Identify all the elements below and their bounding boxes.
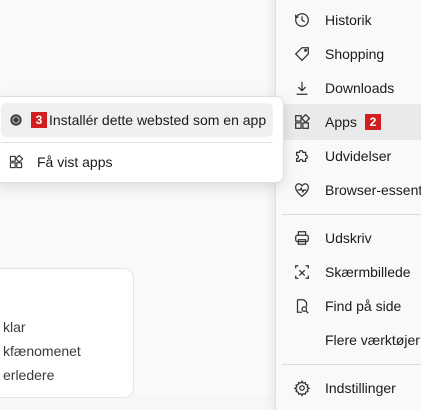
screenshot-icon <box>291 261 313 283</box>
menu-item-print[interactable]: Udskriv <box>282 220 421 256</box>
content-card: klar kfænomenet erledere <box>0 268 134 398</box>
menu-item-settings[interactable]: Indstillinger <box>282 370 421 406</box>
step-badge: 2 <box>364 114 381 130</box>
menu-item-browser-essentials[interactable]: Browser-essentials <box>282 172 421 208</box>
menu-item-label: Udvidelser <box>325 148 392 164</box>
menu-item-label: Shopping <box>325 46 385 62</box>
menu-item-label: Indstillinger <box>325 380 396 396</box>
menu-item-screenshot[interactable]: Skærmbillede <box>282 254 421 290</box>
menu-item-label: Browser-essentials <box>325 182 421 198</box>
card-line: klar <box>3 319 26 335</box>
find-icon <box>291 295 313 317</box>
printer-icon <box>291 227 313 249</box>
menu-item-shopping[interactable]: Shopping <box>282 36 421 72</box>
menu-item-downloads[interactable]: Downloads <box>282 70 421 106</box>
menu-item-label: Downloads <box>325 80 395 96</box>
install-site-as-app-item[interactable]: 3 Installér dette websted som en app <box>1 103 273 137</box>
apps-icon <box>7 153 25 171</box>
download-icon <box>291 77 313 99</box>
card-line: erledere <box>3 367 55 383</box>
menu-divider <box>282 364 421 365</box>
step-badge: 3 <box>31 112 47 128</box>
menu-item-label: Flere værktøjer <box>325 332 420 348</box>
browser-menu: Historik Shopping Downloads Apps 2 Udvid… <box>275 0 421 410</box>
tag-icon <box>291 43 313 65</box>
menu-item-label: Skærmbillede <box>325 264 411 280</box>
install-site-label: Installér dette websted som en app <box>49 112 267 128</box>
puzzle-icon <box>291 145 313 167</box>
app-install-icon <box>7 111 25 129</box>
submenu-divider <box>1 142 273 143</box>
menu-item-find[interactable]: Find på side <box>282 288 421 324</box>
menu-item-apps[interactable]: Apps 2 <box>282 104 421 140</box>
apps-icon <box>291 111 313 133</box>
menu-item-extensions[interactable]: Udvidelser <box>282 138 421 174</box>
card-line: kfænomenet <box>3 343 81 359</box>
view-apps-label: Få vist apps <box>37 154 113 170</box>
menu-item-label: Historik <box>325 12 372 28</box>
menu-item-more-tools[interactable]: Flere værktøjer <box>282 322 421 358</box>
heartbeat-icon <box>291 179 313 201</box>
menu-item-label: Udskriv <box>325 230 372 246</box>
menu-item-history[interactable]: Historik <box>282 2 421 38</box>
apps-submenu: 3 Installér dette websted som en app Få … <box>0 96 284 183</box>
menu-divider <box>282 214 421 215</box>
menu-item-label: Find på side <box>325 298 402 314</box>
menu-item-label: Apps <box>325 114 357 130</box>
history-icon <box>291 9 313 31</box>
card-text: klar kfænomenet erledere <box>3 315 81 387</box>
view-apps-item[interactable]: Få vist apps <box>1 145 273 179</box>
